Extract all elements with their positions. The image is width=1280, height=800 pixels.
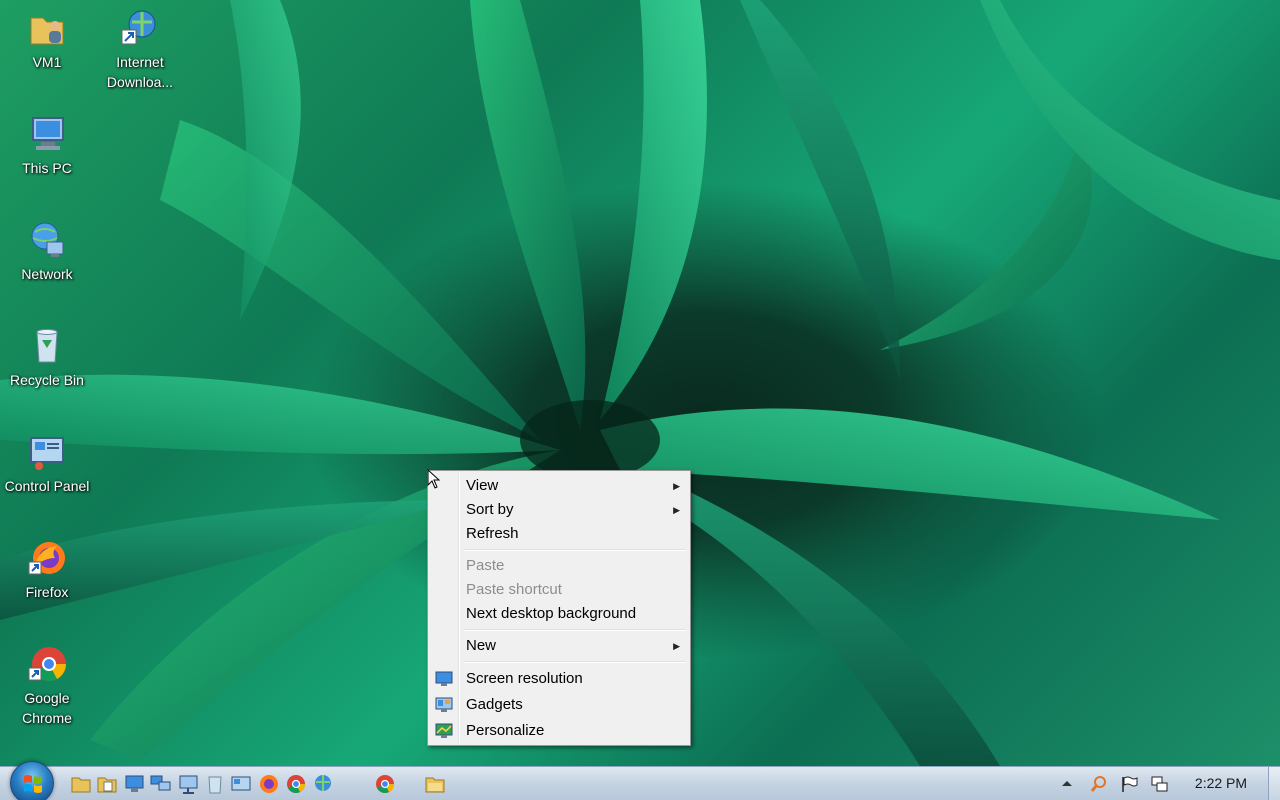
menu-separator: [463, 546, 688, 554]
gadgets-icon: [435, 696, 453, 712]
show-hidden-icons-chevron-icon[interactable]: [1058, 775, 1076, 793]
firefox-icon[interactable]: [258, 773, 280, 795]
menu-separator: [463, 626, 688, 634]
menu-item-gadgets[interactable]: Gadgets: [430, 692, 688, 718]
menu-item-next-desktop-background[interactable]: Next desktop background: [430, 602, 688, 626]
desktop-icon-label: This PC: [22, 160, 72, 176]
submenu-arrow-icon: ▶: [673, 505, 680, 515]
desktop-icon-label: Google Chrome: [22, 690, 72, 726]
file-explorer-icon[interactable]: [70, 773, 92, 795]
menu-item-view[interactable]: View ▶: [430, 474, 688, 498]
computer-icon[interactable]: [124, 773, 146, 795]
desktop-icon-label: Recycle Bin: [10, 372, 84, 388]
menu-item-screen-resolution[interactable]: Screen resolution: [430, 666, 688, 692]
desktop-icon-control-panel[interactable]: Control Panel: [1, 432, 93, 496]
desktop-icon-google-chrome[interactable]: Google Chrome: [1, 644, 93, 728]
desktop-icon-label: Network: [21, 266, 73, 282]
internet-download-manager-icon: [120, 8, 160, 48]
menu-item-refresh[interactable]: Refresh: [430, 522, 688, 546]
menu-item-label: Next desktop background: [466, 605, 637, 622]
desktop-icon-network[interactable]: Network: [1, 220, 93, 284]
taskbar: 2:22 PM: [0, 761, 1280, 800]
menu-item-label: Gadgets: [466, 696, 523, 713]
network-icon[interactable]: [150, 773, 172, 795]
network-status-icon[interactable]: [1150, 775, 1168, 793]
recycle-bin-icon[interactable]: [204, 773, 226, 795]
windows-logo-icon: [24, 775, 42, 793]
mouse-cursor-icon: [427, 469, 441, 489]
recycle-bin-icon: [27, 326, 67, 366]
running-file-explorer-icon[interactable]: [424, 773, 446, 795]
menu-item-label: New: [466, 637, 497, 654]
desktop-icon-label: Firefox: [25, 584, 69, 600]
menu-item-label: Paste shortcut: [466, 581, 562, 598]
system-clock[interactable]: 2:22 PM: [1186, 775, 1256, 791]
desktop-icon-internet-download-manager[interactable]: Internet Downloa...: [94, 8, 186, 92]
user-folder-icon: [27, 8, 67, 48]
menu-item-paste-shortcut: Paste shortcut: [430, 578, 688, 602]
desktop-icon-label: Internet Downloa...: [106, 54, 174, 90]
menu-item-label: Screen resolution: [466, 670, 583, 687]
action-center-flag-icon[interactable]: [1120, 775, 1138, 793]
desktop-icon-label: VM1: [32, 54, 62, 70]
menu-item-label: Personalize: [466, 722, 545, 739]
menu-item-label: View: [466, 477, 499, 494]
desktop-icon-this-pc[interactable]: This PC: [1, 114, 93, 178]
search-icon[interactable]: [1090, 775, 1108, 793]
menu-item-paste: Paste: [430, 554, 688, 578]
menu-item-new[interactable]: New ▶: [430, 634, 688, 658]
control-panel-icon: [27, 432, 67, 472]
firefox-icon: [27, 538, 67, 578]
desktop-icon-firefox[interactable]: Firefox: [1, 538, 93, 602]
menu-item-label: Sort by: [466, 501, 514, 518]
desktop-icon-vm1[interactable]: VM1: [1, 8, 93, 72]
documents-icon[interactable]: [96, 773, 118, 795]
desktop-context-menu: View ▶ Sort by ▶ Refresh Paste Paste sho…: [427, 470, 691, 746]
submenu-arrow-icon: ▶: [673, 641, 680, 651]
submenu-arrow-icon: ▶: [673, 481, 680, 491]
network-icon: [27, 220, 67, 260]
chrome-icon[interactable]: [285, 773, 307, 795]
screen-resolution-icon: [435, 670, 453, 686]
menu-separator: [463, 658, 688, 666]
computer-icon: [27, 114, 67, 154]
personalize-icon: [435, 722, 453, 738]
internet-download-manager-icon[interactable]: [312, 773, 334, 795]
menu-item-label: Paste: [466, 557, 505, 574]
network-2-icon[interactable]: [178, 773, 200, 795]
start-button[interactable]: [10, 761, 54, 800]
desktop-icon-recycle-bin[interactable]: Recycle Bin: [1, 326, 93, 390]
show-desktop-button[interactable]: [1268, 767, 1280, 800]
desktop-icon-label: Control Panel: [4, 478, 90, 494]
chrome-icon: [27, 644, 67, 684]
menu-item-sort-by[interactable]: Sort by ▶: [430, 498, 688, 522]
running-chrome-icon[interactable]: [374, 773, 396, 795]
control-panel-icon[interactable]: [230, 773, 252, 795]
menu-item-personalize[interactable]: Personalize: [430, 718, 688, 744]
menu-item-label: Refresh: [466, 525, 519, 542]
